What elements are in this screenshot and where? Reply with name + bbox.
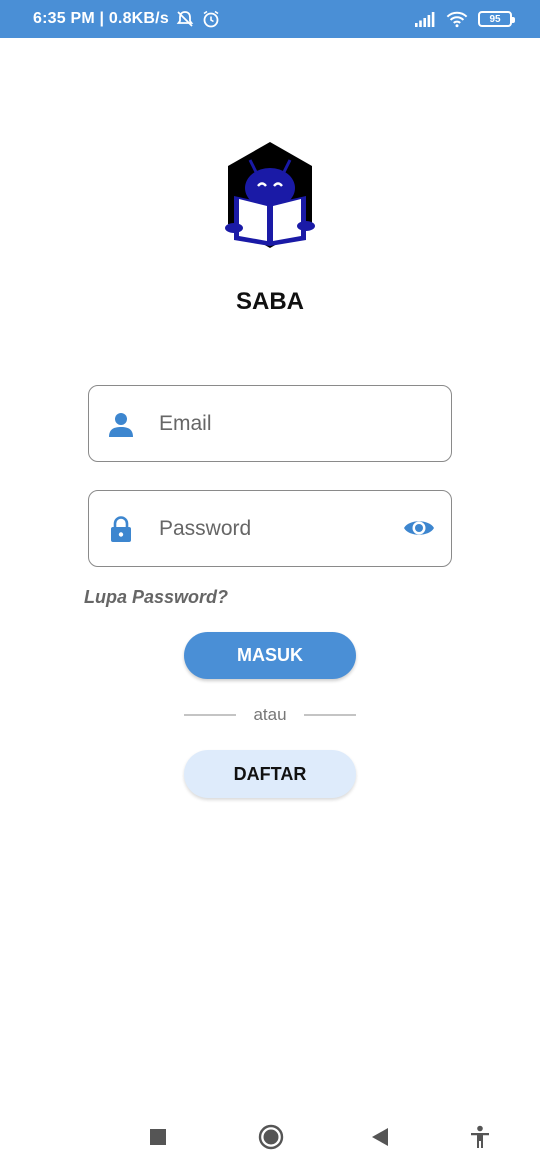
email-input[interactable] [159,386,399,461]
accessibility-icon [471,1125,489,1148]
eye-icon[interactable] [403,515,435,541]
email-field-container[interactable] [88,385,452,462]
back-icon [372,1128,388,1146]
wifi-icon [446,11,468,28]
status-right: 95 [414,0,515,38]
register-button[interactable]: DAFTAR [184,750,356,798]
divider-line-right [304,714,356,716]
password-input[interactable] [159,491,399,566]
status-bar: 6:35 PM | 0.8KB/s 95 [0,0,540,38]
accessibility-button[interactable] [468,1122,492,1152]
app-title: SABA [235,288,304,315]
battery-level: 95 [489,13,501,25]
back-button[interactable] [370,1122,390,1152]
signal-icon [415,12,435,27]
battery-icon: 95 [478,11,515,27]
or-divider: atau [184,704,356,726]
mute-alarm-icon [176,11,194,27]
status-left: 6:35 PM | 0.8KB/s [33,0,221,38]
saba-logo [225,142,315,248]
recents-icon [150,1129,166,1145]
lock-icon [111,516,131,542]
status-time-speed: 6:35 PM | 0.8KB/s [33,10,169,27]
home-button[interactable] [257,1122,285,1152]
person-icon [109,413,133,437]
forgot-password-link[interactable]: Lupa Password? [84,587,228,608]
login-button[interactable]: MASUK [184,632,356,679]
divider-line-left [184,714,236,716]
password-field-container[interactable] [88,490,452,567]
alarm-clock-icon [203,10,219,28]
recents-button[interactable] [148,1122,168,1152]
home-icon [258,1124,284,1150]
divider-text: atau [253,705,287,724]
